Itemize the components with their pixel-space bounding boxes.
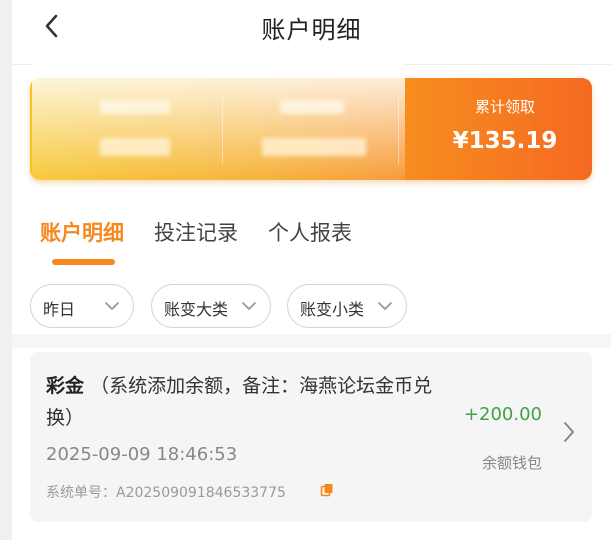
- transaction-amount: +200.00: [463, 404, 542, 425]
- transaction-category: 彩金: [46, 375, 85, 397]
- chevron-down-icon: [242, 302, 256, 310]
- filter-label: 账变大类: [164, 300, 229, 319]
- copy-icon[interactable]: [320, 483, 334, 497]
- active-tab-indicator: [52, 259, 115, 265]
- chevron-down-icon: [378, 302, 392, 310]
- filter-label: 账变小类: [300, 300, 365, 319]
- change-subcategory-filter[interactable]: 账变小类: [287, 284, 407, 328]
- transaction-title: 彩金 （系统添加余额，备注：海燕论坛金币兑换）: [46, 370, 446, 434]
- masked-value: [280, 100, 344, 114]
- section-separator: [12, 334, 611, 348]
- filter-bar: 昨日 账变大类 账变小类: [12, 284, 611, 328]
- top-bar: 账户明细: [12, 0, 611, 56]
- transaction-card[interactable]: 彩金 （系统添加余额，备注：海燕论坛金币兑换） +200.00 余额钱包 202…: [30, 352, 592, 522]
- tab-personal-report[interactable]: 个人报表: [268, 217, 352, 247]
- banner-divider: [222, 94, 223, 164]
- tab-account-detail[interactable]: 账户明细: [40, 217, 124, 247]
- summary-banner: 累计领取 ¥135.19: [30, 78, 592, 180]
- tab-bet-records[interactable]: 投注记录: [154, 217, 238, 247]
- chevron-right-icon[interactable]: [562, 420, 576, 444]
- chevron-down-icon: [105, 302, 119, 310]
- change-category-filter[interactable]: 账变大类: [151, 284, 271, 328]
- cumulative-value: ¥135.19: [452, 128, 558, 154]
- filter-label: 昨日: [43, 300, 76, 319]
- wallet-name: 余额钱包: [481, 454, 542, 472]
- transaction-time: 2025-09-09 18:46:53: [46, 444, 238, 465]
- order-label: 系统单号：: [46, 485, 116, 501]
- cumulative-label: 累计领取: [474, 98, 535, 116]
- transaction-description: （系统添加余额，备注：海燕论坛金币兑换）: [46, 375, 433, 429]
- masked-value: [100, 138, 170, 156]
- left-gutter: [0, 0, 12, 540]
- order-number: 系统单号：A202509091846533775: [46, 482, 286, 502]
- masked-value: [100, 100, 170, 114]
- tab-bar: 账户明细 投注记录 个人报表: [12, 205, 611, 265]
- page-title: 账户明细: [261, 16, 362, 44]
- masked-value: [262, 138, 366, 156]
- banner-divider: [398, 94, 399, 164]
- order-value: A202509091846533775: [116, 485, 286, 501]
- header-divider: [12, 64, 611, 65]
- date-filter[interactable]: 昨日: [30, 284, 134, 328]
- account-detail-page: 账户明细 累计领取 ¥135.19 账户明细 投注记录 个人报表 昨日 账变大类: [12, 0, 611, 540]
